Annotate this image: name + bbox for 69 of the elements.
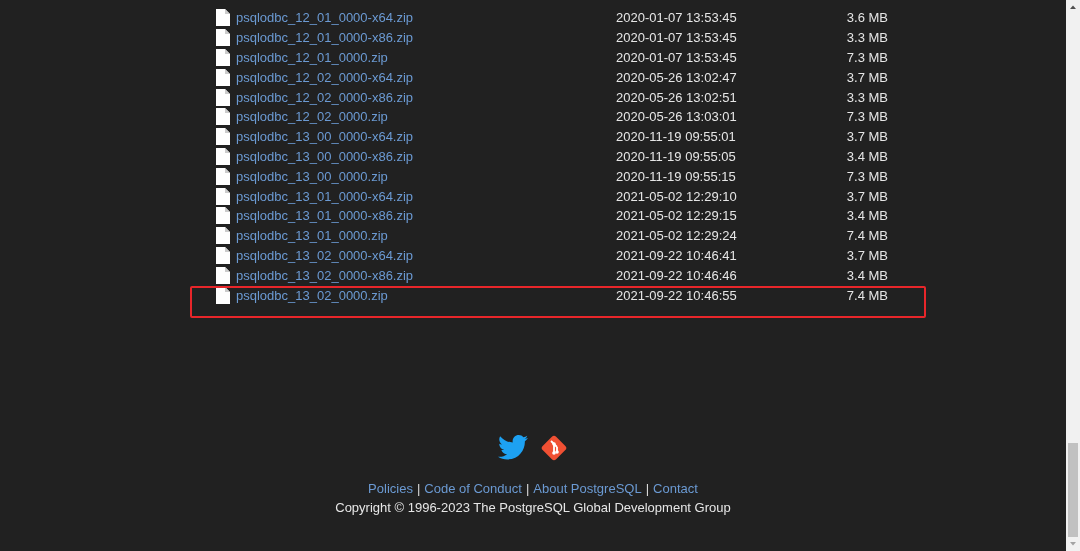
file-link[interactable]: psqlodbc_13_02_0000-x86.zip bbox=[236, 267, 616, 283]
file-link[interactable]: psqlodbc_13_02_0000-x64.zip bbox=[236, 247, 616, 263]
size-cell-text: 3.3 MB bbox=[845, 30, 888, 46]
size-cell-text: 3.6 MB bbox=[845, 10, 888, 26]
file-link[interactable]: psqlodbc_12_01_0000.zip bbox=[236, 50, 616, 65]
file-icon bbox=[216, 9, 230, 27]
date-cell-text: 2020-01-07 13:53:45 bbox=[616, 10, 738, 26]
file-link[interactable]: psqlodbc_13_01_0000.zip bbox=[236, 228, 616, 244]
twitter-icon[interactable] bbox=[498, 435, 528, 461]
file-link[interactable]: psqlodbc_12_01_0000-x86.zip bbox=[236, 30, 616, 46]
file-icon bbox=[216, 29, 230, 47]
date-cell-text: 2020-05-26 13:03:01 bbox=[616, 109, 738, 125]
date-cell-text: 2020-01-07 13:53:45 bbox=[616, 30, 738, 46]
size-cell-text: 7.4 MB bbox=[845, 287, 888, 303]
file-icon bbox=[216, 167, 230, 185]
file-link[interactable]: psqlodbc_12_02_0000-x64.zip bbox=[236, 69, 616, 85]
separator: | bbox=[645, 480, 650, 496]
date-cell-text: 2020-05-26 13:02:47 bbox=[616, 69, 738, 85]
separator: | bbox=[416, 480, 421, 496]
date-cell-text: 2021-09-22 10:46:41 bbox=[616, 247, 738, 263]
file-icon bbox=[216, 147, 230, 165]
date-cell-text: 2021-05-02 12:29:24 bbox=[616, 228, 738, 244]
scrollbar[interactable] bbox=[1066, 0, 1080, 551]
date-cell-text: 2020-11-19 09:55:15 bbox=[616, 168, 737, 184]
footer-link[interactable]: About PostgreSQL bbox=[533, 480, 642, 496]
file-icon bbox=[216, 68, 230, 86]
size-cell-text: 3.3 MB bbox=[845, 89, 888, 105]
size-cell-text: 7.3 MB bbox=[845, 168, 888, 184]
file-link[interactable]: psqlodbc_13_01_0000-x86.zip bbox=[236, 208, 616, 224]
file-link[interactable]: psqlodbc_13_01_0000-x64.zip bbox=[236, 188, 616, 204]
date-cell-text: 2021-05-02 12:29:10 bbox=[616, 188, 738, 204]
date-cell-text: 2020-01-07 13:53:45 bbox=[616, 50, 738, 65]
file-icon bbox=[216, 88, 230, 106]
size-cell-text: 7.4 MB bbox=[845, 228, 888, 244]
date-cell-text: 2020-05-26 13:02:51 bbox=[616, 89, 738, 105]
copyright-text: Copyright © 1996-2023 The PostgreSQL Global Development Group bbox=[335, 499, 731, 515]
file-link[interactable]: psqlodbc_12_01_0000-x64.zip bbox=[236, 10, 616, 26]
file-icon bbox=[216, 227, 230, 245]
date-cell-text: 2021-09-22 10:46:55 bbox=[616, 287, 738, 303]
footer-link[interactable]: Code of Conduct bbox=[424, 480, 522, 496]
date-cell-text: 2020-11-19 09:55:01 bbox=[616, 129, 737, 145]
date-cell-text: 2021-09-22 10:46:46 bbox=[616, 267, 738, 283]
size-cell-text: 3.7 MB bbox=[845, 247, 888, 263]
size-cell-text: 3.4 MB bbox=[845, 148, 888, 164]
file-icon bbox=[216, 266, 230, 284]
file-link[interactable]: psqlodbc_13_00_0000.zip bbox=[236, 168, 616, 184]
size-cell-text: 3.7 MB bbox=[845, 129, 888, 145]
footer-link[interactable]: Contact bbox=[653, 480, 698, 496]
size-cell-text: 3.4 MB bbox=[845, 208, 888, 224]
date-cell-text: 2021-05-02 12:29:15 bbox=[616, 208, 738, 224]
file-icon bbox=[216, 128, 230, 146]
file-icon bbox=[216, 246, 230, 264]
date-cell-text: 2020-11-19 09:55:05 bbox=[616, 148, 737, 164]
file-link[interactable]: psqlodbc_13_00_0000-x86.zip bbox=[236, 148, 616, 164]
separator: | bbox=[525, 480, 530, 496]
file-icon bbox=[216, 187, 230, 205]
file-link[interactable]: psqlodbc_12_02_0000.zip bbox=[236, 109, 616, 125]
file-icon bbox=[216, 108, 230, 126]
file-icon bbox=[216, 49, 230, 66]
size-cell-text: 7.3 MB bbox=[845, 109, 888, 125]
file-icon bbox=[216, 207, 230, 225]
size-cell-text: 3.4 MB bbox=[845, 267, 888, 283]
footer-link[interactable]: Policies bbox=[368, 480, 413, 496]
file-link[interactable]: psqlodbc_13_00_0000-x64.zip bbox=[236, 129, 616, 145]
size-cell-text: 3.7 MB bbox=[845, 188, 888, 204]
file-link[interactable]: psqlodbc_12_02_0000-x86.zip bbox=[236, 89, 616, 105]
file-link[interactable]: psqlodbc_13_02_0000.zip bbox=[236, 287, 616, 303]
size-cell-text: 7.3 MB bbox=[845, 50, 888, 65]
size-cell-text: 3.7 MB bbox=[845, 69, 888, 85]
